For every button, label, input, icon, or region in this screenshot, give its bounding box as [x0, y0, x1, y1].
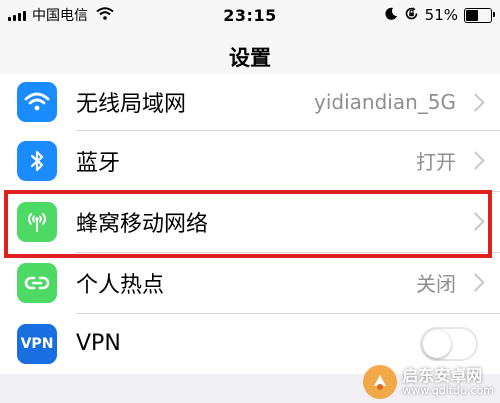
page-title: 设置 [229, 46, 271, 70]
cellular-antenna-icon [17, 201, 57, 242]
battery-percentage: 51% [424, 6, 458, 24]
chevron-right-icon [466, 212, 485, 231]
vpn-toggle-knob [423, 329, 451, 358]
settings-row-hotspot[interactable]: 个人热点 关闭 [0, 252, 500, 313]
settings-screen: 中国电信 23:15 51% 设置 无线局域网 yidiandian_5G 蓝牙… [0, 0, 500, 403]
watermark-logo-icon [363, 365, 398, 399]
status-bar: 中国电信 23:15 51% [0, 0, 500, 30]
watermark-url: www.qdltdu.com [402, 383, 494, 397]
settings-row-label: VPN [76, 331, 121, 356]
chevron-right-icon [466, 92, 485, 112]
battery-icon [464, 7, 495, 23]
settings-row-label: 无线局域网 [76, 92, 187, 117]
rotation-lock-icon [404, 6, 419, 25]
do-not-disturb-moon-icon [385, 6, 398, 24]
settings-row-wlan[interactable]: 无线局域网 yidiandian_5G [0, 74, 500, 130]
settings-row-cellular[interactable]: 蜂窝移动网络 [0, 191, 500, 252]
settings-row-label: 蓝牙 [76, 150, 121, 176]
bluetooth-status: 打开 [416, 150, 456, 174]
battery-level-fill [466, 9, 479, 21]
wifi-network-name: yidiandian_5G [314, 90, 456, 114]
vpn-icon-label: VPN [20, 335, 54, 352]
settings-row-label: 个人热点 [76, 272, 165, 298]
settings-list: 无线局域网 yidiandian_5G 蓝牙 打开 蜂窝移动网络 个人热点 关闭… [0, 74, 500, 374]
hotspot-status: 关闭 [416, 272, 456, 296]
vpn-toggle[interactable] [420, 326, 478, 361]
site-watermark: 启东安卓网 www.qdltdu.com [363, 365, 494, 399]
watermark-name: 启东安卓网 [402, 365, 483, 385]
settings-row-bluetooth[interactable]: 蓝牙 打开 [0, 130, 500, 191]
wifi-icon [17, 82, 57, 122]
settings-row-label: 蜂窝移动网络 [76, 211, 209, 237]
bluetooth-icon [17, 140, 57, 181]
chevron-right-icon [466, 273, 485, 292]
vpn-icon: VPN [17, 323, 57, 364]
chevron-right-icon [466, 151, 485, 170]
hotspot-icon [17, 262, 57, 303]
